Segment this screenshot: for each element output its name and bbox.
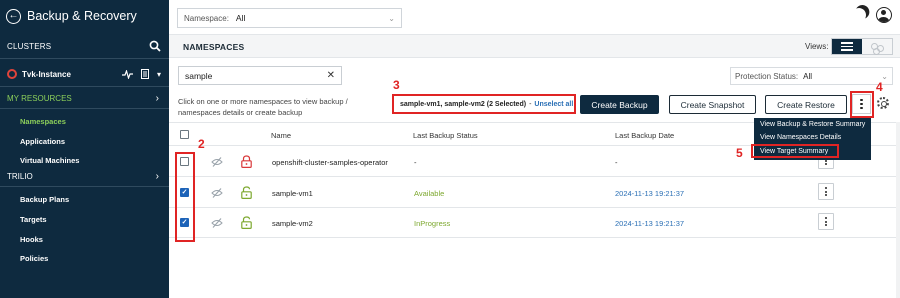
sidebar-divider bbox=[0, 58, 169, 59]
hint-text: Click on one or more namespaces to view … bbox=[178, 97, 348, 117]
gear-icon[interactable] bbox=[877, 97, 889, 109]
row-status: - bbox=[414, 158, 417, 167]
app-title: Backup & Recovery bbox=[27, 9, 137, 23]
column-header-status: Last Backup Status bbox=[413, 131, 478, 140]
row-name: sample-vm2 bbox=[272, 219, 313, 228]
select-all-checkbox[interactable] bbox=[180, 130, 189, 139]
checkbox-highlight bbox=[175, 152, 195, 242]
callout-5: 5 bbox=[736, 146, 743, 160]
moon-icon[interactable] bbox=[850, 6, 867, 23]
unselect-all-link[interactable]: Unselect all bbox=[534, 101, 573, 108]
selection-text: sample-vm1, sample-vm2 (2 Selected) bbox=[400, 100, 527, 108]
search-value: sample bbox=[185, 70, 213, 81]
sidebar-item-namespaces[interactable]: Namespaces bbox=[20, 117, 66, 126]
row-date[interactable]: 2024-11-13 19:21:37 bbox=[615, 219, 684, 228]
row-name: openshift-cluster-samples-operator bbox=[272, 158, 388, 167]
page-title: NAMESPACES bbox=[183, 42, 245, 52]
search-input[interactable]: sample ✕ bbox=[178, 66, 342, 85]
view-toggle bbox=[831, 38, 893, 55]
sidebar-divider bbox=[0, 186, 169, 187]
row-date: - bbox=[615, 158, 618, 167]
instance-label: Tvk-Instance bbox=[22, 69, 71, 79]
app-header[interactable]: ← Backup & Recovery bbox=[6, 6, 137, 26]
report-icon[interactable] bbox=[140, 69, 149, 79]
cluster-instance[interactable]: Tvk-Instance ▾ bbox=[0, 64, 169, 84]
namespace-label: Namespace: bbox=[184, 13, 229, 23]
selection-chip: sample-vm1, sample-vm2 (2 Selected) - Un… bbox=[392, 94, 576, 114]
sidebar-item-virtual-machines[interactable]: Virtual Machines bbox=[20, 156, 79, 165]
protection-value: All bbox=[803, 71, 813, 81]
unlock-icon bbox=[241, 216, 252, 229]
my-resources-section[interactable]: MY RESOURCES › bbox=[0, 90, 169, 106]
sidebar-divider bbox=[0, 108, 169, 109]
create-backup-button[interactable]: Create Backup bbox=[580, 95, 659, 114]
graph-view-icon[interactable] bbox=[862, 39, 892, 55]
row-actions-kebab-icon[interactable] bbox=[818, 183, 834, 200]
views-label: Views: bbox=[805, 42, 829, 51]
table-row[interactable]: ✓ sample-vm1 Available 2024-11-13 19:21:… bbox=[169, 178, 900, 208]
sidebar-divider bbox=[0, 86, 169, 87]
column-header-date: Last Backup Date bbox=[615, 131, 675, 140]
more-actions-kebab-icon[interactable] bbox=[852, 94, 871, 114]
lock-icon bbox=[241, 155, 252, 168]
protection-status-select[interactable]: Protection Status: All ⌄ bbox=[730, 67, 893, 85]
user-icon[interactable] bbox=[876, 7, 892, 23]
clear-icon[interactable]: ✕ bbox=[327, 70, 335, 81]
clusters-header: CLUSTERS bbox=[0, 36, 169, 56]
sidebar-item-policies[interactable]: Policies bbox=[20, 254, 48, 263]
namespace-value: All bbox=[235, 13, 246, 23]
menu-item-namespaces-details[interactable]: View Namespaces Details bbox=[760, 134, 841, 141]
sidebar-item-backup-plans[interactable]: Backup Plans bbox=[20, 195, 69, 204]
protection-label: Protection Status: bbox=[735, 71, 799, 81]
eye-off-icon bbox=[211, 188, 223, 198]
sidebar-item-hooks[interactable]: Hooks bbox=[20, 235, 43, 244]
scrollbar[interactable] bbox=[896, 122, 900, 298]
back-arrow-icon[interactable]: ← bbox=[6, 8, 21, 24]
activity-icon[interactable] bbox=[121, 69, 133, 79]
callout-2: 2 bbox=[198, 137, 205, 151]
chevron-down-icon: ⌄ bbox=[388, 13, 395, 23]
cluster-status-icon bbox=[7, 69, 17, 79]
clusters-label: CLUSTERS bbox=[7, 41, 52, 51]
chevron-right-icon: › bbox=[155, 92, 159, 104]
sidebar: ← Backup & Recovery CLUSTERS Tvk-Instanc… bbox=[0, 0, 169, 298]
create-snapshot-button[interactable]: Create Snapshot bbox=[669, 95, 756, 114]
chevron-down-icon[interactable]: ▾ bbox=[157, 70, 161, 79]
create-restore-button[interactable]: Create Restore bbox=[765, 95, 847, 114]
row-status: Available bbox=[414, 189, 445, 198]
table-row[interactable]: ✓ sample-vm2 InProgress 2024-11-13 19:21… bbox=[169, 208, 900, 238]
selection-separator: - bbox=[529, 100, 532, 108]
sidebar-item-targets[interactable]: Targets bbox=[20, 215, 47, 224]
menu-item-highlight bbox=[751, 144, 839, 158]
trilio-label: TRILIO bbox=[7, 171, 33, 181]
eye-off-icon bbox=[211, 218, 223, 228]
section-bar: NAMESPACES Views: bbox=[169, 34, 900, 58]
unlock-icon bbox=[241, 186, 252, 199]
eye-off-icon bbox=[211, 157, 223, 167]
row-actions-kebab-icon[interactable] bbox=[818, 213, 834, 230]
my-resources-label: MY RESOURCES bbox=[7, 93, 72, 103]
search-icon[interactable] bbox=[149, 40, 161, 52]
callout-3: 3 bbox=[393, 78, 400, 92]
row-name: sample-vm1 bbox=[272, 189, 313, 198]
row-date[interactable]: 2024-11-13 19:21:37 bbox=[615, 189, 684, 198]
sidebar-item-applications[interactable]: Applications bbox=[20, 137, 65, 146]
trilio-section[interactable]: TRILIO › bbox=[0, 168, 169, 184]
row-status: InProgress bbox=[414, 219, 451, 228]
column-header-name: Name bbox=[271, 131, 292, 140]
callout-4: 4 bbox=[876, 80, 883, 94]
list-view-icon[interactable] bbox=[832, 39, 862, 54]
namespace-select[interactable]: Namespace: All ⌄ bbox=[177, 8, 402, 28]
chevron-right-icon: › bbox=[155, 170, 159, 182]
menu-item-backup-restore-summary[interactable]: View Backup & Restore Summary bbox=[760, 121, 865, 128]
